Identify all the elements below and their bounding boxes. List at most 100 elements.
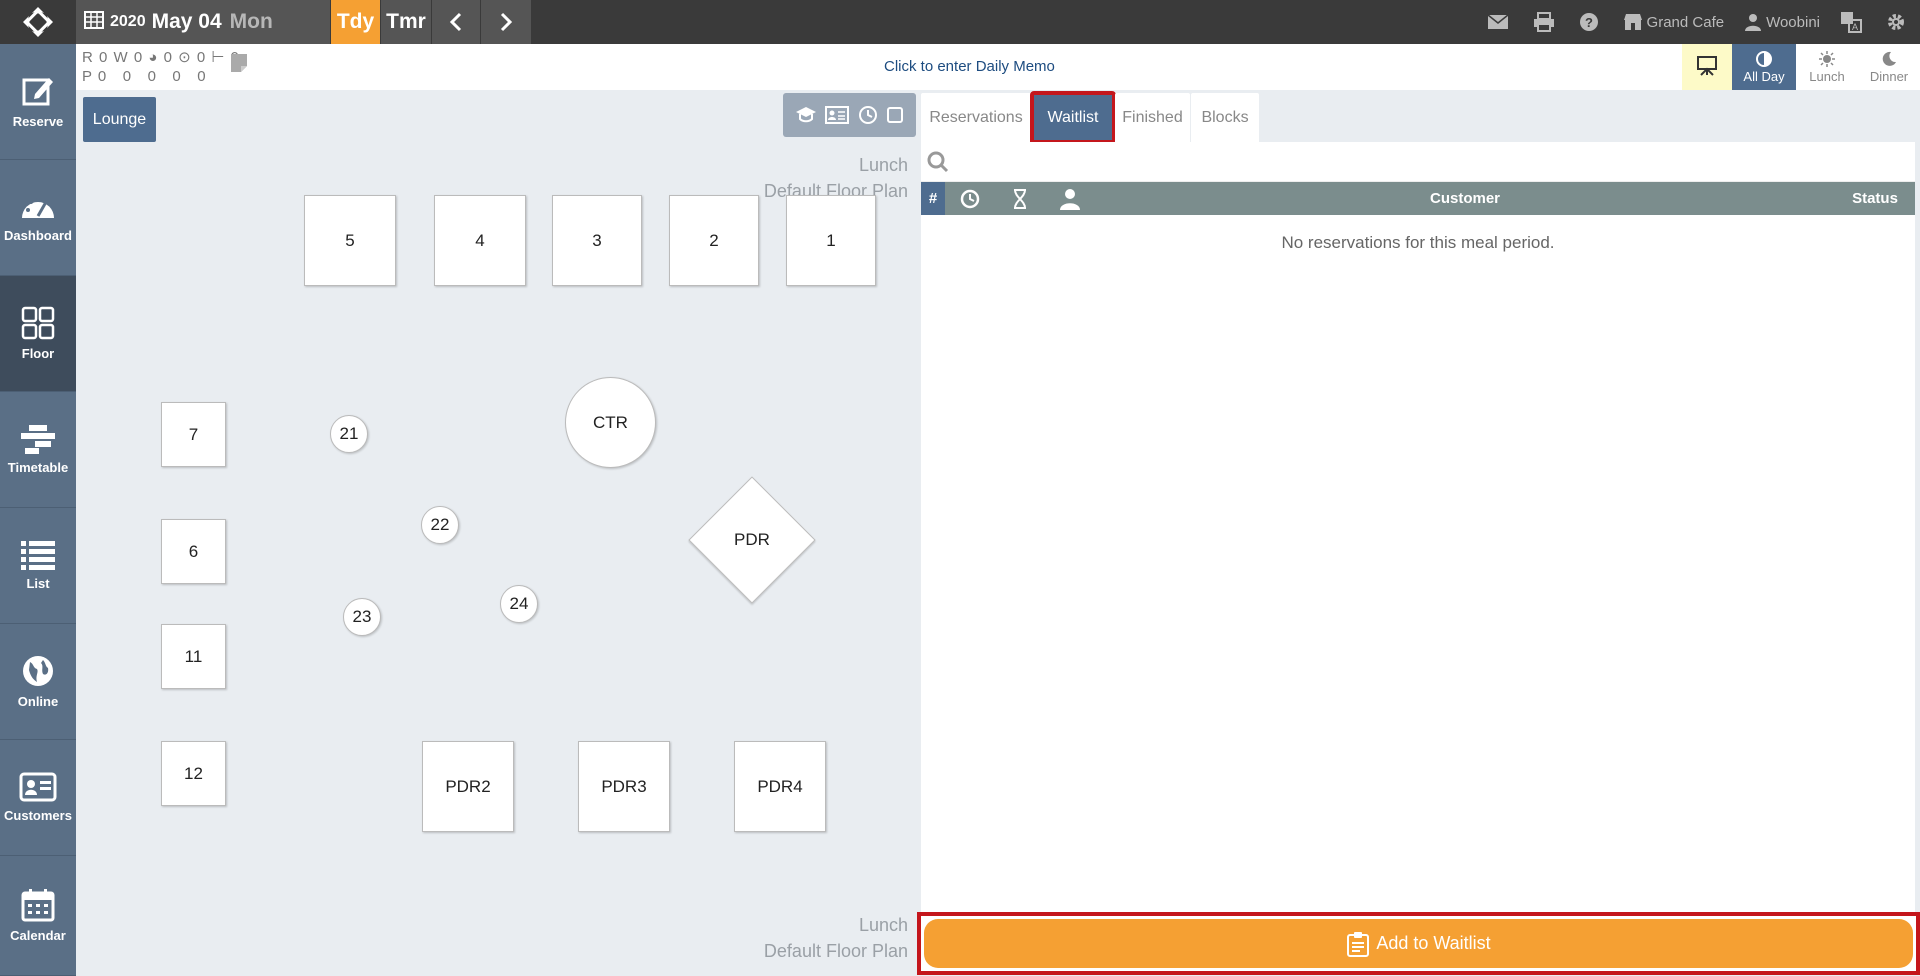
sidebar-item-list[interactable]: List <box>0 508 76 624</box>
clipboard-icon <box>1347 931 1370 957</box>
column-duration[interactable] <box>995 188 1045 209</box>
mail-button[interactable] <box>1487 14 1513 30</box>
sidebar: Reserve Dashboard Floor Timetable List O… <box>0 44 76 976</box>
sidebar-item-calendar[interactable]: Calendar <box>0 856 76 976</box>
language-button[interactable]: A <box>1840 11 1866 33</box>
panel-tabs: Reservations Waitlist Finished Blocks <box>921 90 1260 144</box>
sidebar-item-label: Floor <box>21 346 55 361</box>
globe-icon <box>23 656 53 686</box>
floor-plan-name: Default Floor Plan <box>763 941 908 961</box>
date-weekday: Mon <box>229 10 273 33</box>
hourglass-icon <box>1014 188 1026 209</box>
table-1[interactable]: 1 <box>786 195 876 286</box>
table-pdr3[interactable]: PDR3 <box>578 741 670 832</box>
sidebar-item-floor[interactable]: Floor <box>0 276 76 392</box>
floor-plan-caption-bottom: Lunch Default Floor Plan <box>764 912 908 964</box>
calendar-icon <box>84 10 104 34</box>
id-card-icon <box>19 772 57 802</box>
app-logo[interactable] <box>0 0 76 44</box>
person-icon <box>1060 188 1080 210</box>
table-7[interactable]: 7 <box>161 402 226 467</box>
mail-icon <box>1487 14 1508 29</box>
chevron-left-icon <box>449 12 462 32</box>
id-card-icon[interactable] <box>825 106 850 124</box>
date-year: 2020 <box>110 13 146 30</box>
daily-memo[interactable]: Click to enter Daily Memo <box>884 58 1055 75</box>
list-icon <box>21 541 55 570</box>
sidebar-item-online[interactable]: Online <box>0 624 76 740</box>
info-row: R 0 W 0 ◕ 0 ⊙ 0 ⊢ 0 P 0 0 0 0 0 Click to… <box>76 44 1920 90</box>
sidebar-item-dashboard[interactable]: Dashboard <box>0 160 76 276</box>
table-6[interactable]: 6 <box>161 519 226 584</box>
search-icon[interactable] <box>927 151 949 173</box>
table-23[interactable]: 23 <box>343 598 381 636</box>
next-day-button[interactable] <box>481 0 531 44</box>
table-5[interactable]: 5 <box>304 195 396 286</box>
translate-icon: A <box>1841 12 1862 33</box>
prev-day-button[interactable] <box>432 0 480 44</box>
column-party-size[interactable] <box>1045 188 1095 210</box>
floor-grid-icon <box>21 306 55 340</box>
table-2[interactable]: 2 <box>669 195 759 286</box>
sidebar-item-customers[interactable]: Customers <box>0 740 76 856</box>
table-pdr4[interactable]: PDR4 <box>734 741 826 832</box>
meal-period-selector: All Day Lunch Dinner <box>1682 44 1920 90</box>
table-3[interactable]: 3 <box>552 195 642 286</box>
add-to-waitlist-highlight: Add to Waitlist <box>917 912 1920 975</box>
table-11[interactable]: 11 <box>161 624 226 689</box>
table-4[interactable]: 4 <box>434 195 526 286</box>
timetable-icon <box>21 425 55 454</box>
table-12[interactable]: 12 <box>161 741 226 806</box>
store-icon <box>1623 14 1642 30</box>
area-tab-lounge[interactable]: Lounge <box>83 97 156 142</box>
counts-row-people: P 0 0 0 0 0 <box>82 68 207 85</box>
chevron-right-icon <box>500 12 513 32</box>
search-bar[interactable] <box>921 142 1915 182</box>
clock-icon[interactable] <box>858 105 878 125</box>
memo-toggle-button[interactable] <box>228 52 250 79</box>
table-ctr[interactable]: CTR <box>565 377 656 468</box>
graduation-cap-icon[interactable] <box>795 106 817 124</box>
tab-reservations[interactable]: Reservations <box>921 93 1031 142</box>
top-bar: 2020 May 04 Mon Tdy Tmr ? Grand Cafe Woo… <box>0 0 1920 44</box>
list-header: # Customer Status <box>921 182 1915 215</box>
sidebar-item-reserve[interactable]: Reserve <box>0 44 76 160</box>
reservation-panel: Reservations Waitlist Finished Blocks # … <box>917 90 1920 976</box>
column-time[interactable] <box>945 189 995 209</box>
edit-icon <box>22 78 53 106</box>
sidebar-item-label: Reserve <box>12 114 64 129</box>
tomorrow-button[interactable]: Tmr <box>381 0 431 44</box>
presentation-button[interactable] <box>1682 44 1732 90</box>
meal-lunch[interactable]: Lunch <box>1796 44 1858 90</box>
help-button[interactable]: ? <box>1579 12 1603 32</box>
sidebar-item-label: Dashboard <box>4 228 72 243</box>
date-selector[interactable]: 2020 May 04 Mon <box>76 0 330 44</box>
meal-label: Lunch <box>1809 68 1845 84</box>
table-24[interactable]: 24 <box>500 585 538 623</box>
column-customer[interactable]: Customer <box>1095 190 1835 207</box>
sidebar-item-label: Online <box>17 694 59 709</box>
table-pdr[interactable]: PDR <box>707 495 797 585</box>
user-menu[interactable]: Woobini <box>1744 13 1820 31</box>
today-button[interactable]: Tdy <box>331 0 380 44</box>
restaurant-selector[interactable]: Grand Cafe <box>1623 13 1724 31</box>
table-21[interactable]: 21 <box>330 415 368 453</box>
tab-blocks[interactable]: Blocks <box>1191 93 1259 142</box>
square-icon[interactable] <box>886 106 904 124</box>
meal-all-day[interactable]: All Day <box>1732 44 1796 90</box>
table-pdr2[interactable]: PDR2 <box>422 741 514 832</box>
print-button[interactable] <box>1533 12 1559 32</box>
add-to-waitlist-button[interactable]: Add to Waitlist <box>924 919 1913 968</box>
table-22[interactable]: 22 <box>421 506 459 544</box>
gauge-icon <box>22 197 54 218</box>
sidebar-item-timetable[interactable]: Timetable <box>0 392 76 508</box>
reservation-counts: R 0 W 0 ◕ 0 ⊙ 0 ⊢ 0 P 0 0 0 0 0 <box>82 48 240 86</box>
meal-dinner[interactable]: Dinner <box>1858 44 1920 90</box>
column-status[interactable]: Status <box>1835 190 1915 207</box>
settings-button[interactable] <box>1886 12 1910 32</box>
meal-label: Dinner <box>1869 68 1909 84</box>
tab-waitlist[interactable]: Waitlist <box>1030 91 1116 144</box>
sidebar-item-label: Calendar <box>10 928 66 943</box>
column-number[interactable]: # <box>921 182 945 215</box>
tab-finished[interactable]: Finished <box>1115 93 1190 142</box>
